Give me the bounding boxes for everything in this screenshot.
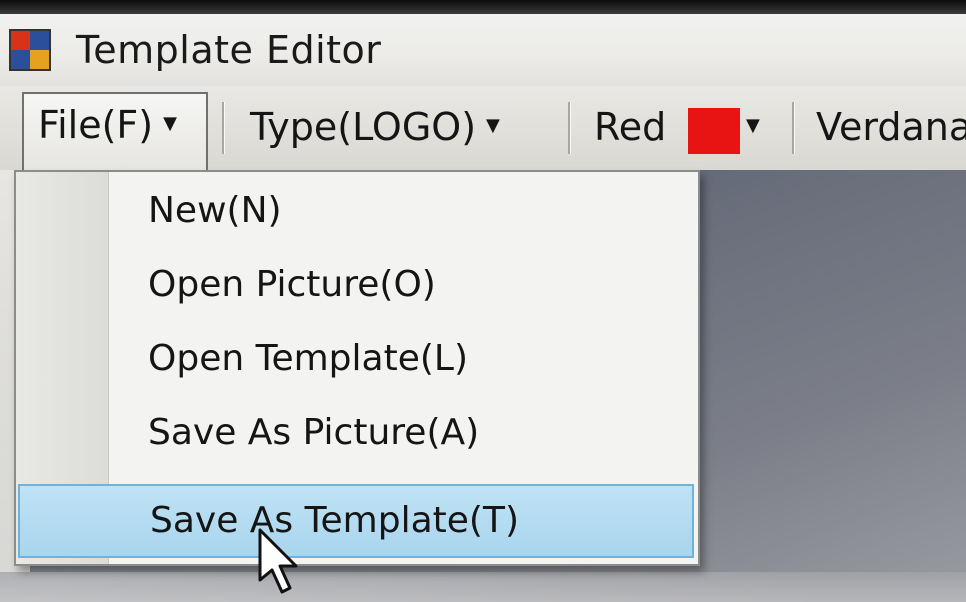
chevron-down-icon: ▼ — [486, 114, 500, 136]
bottom-panel-strip — [0, 572, 966, 602]
app-icon — [9, 29, 51, 71]
menu-item-label: New(N) — [148, 190, 282, 231]
toolbar-separator — [792, 102, 795, 154]
file-menu-button[interactable]: File(F) ▼ — [22, 92, 208, 172]
color-dropdown-toggle[interactable]: ▼ — [746, 96, 760, 158]
monitor-bezel — [0, 0, 966, 14]
menu-item-save-as-picture[interactable]: Save As Picture(A) — [18, 400, 694, 466]
menu-item-open-template[interactable]: Open Template(L) — [18, 326, 694, 392]
window-titlebar: Template Editor — [0, 14, 966, 86]
color-label: Red — [594, 105, 667, 149]
type-dropdown[interactable]: Type(LOGO) ▼ — [250, 96, 500, 158]
menu-item-label: Save As Picture(A) — [148, 412, 480, 453]
toolbar-separator — [568, 102, 571, 154]
toolbar-separator — [222, 102, 225, 154]
menu-item-label: Open Picture(O) — [148, 264, 436, 305]
menu-item-new[interactable]: New(N) — [18, 178, 694, 244]
menu-item-label: Save As Template(T) — [150, 500, 519, 541]
menu-toolbar: File(F) ▼ Type(LOGO) ▼ Red ▼ Verdana — [0, 86, 966, 172]
screen-photo: Template Editor File(F) ▼ Type(LOGO) ▼ Red… — [0, 0, 966, 602]
type-dropdown-label: Type(LOGO) — [250, 105, 477, 149]
color-swatch[interactable] — [688, 108, 740, 154]
window-title: Template Editor — [76, 28, 382, 72]
font-dropdown[interactable]: Verdana — [816, 96, 966, 158]
file-dropdown-menu: New(N) Open Picture(O) Open Template(L) … — [14, 170, 700, 566]
chevron-down-icon: ▼ — [746, 114, 760, 136]
chevron-down-icon: ▼ — [163, 112, 177, 134]
menu-item-save-as-template[interactable]: Save As Template(T) — [18, 484, 694, 558]
mouse-cursor-icon — [258, 528, 298, 594]
menu-item-open-picture[interactable]: Open Picture(O) — [18, 252, 694, 318]
menu-item-label: Open Template(L) — [148, 338, 469, 379]
file-menu-label: File(F) — [38, 103, 154, 147]
